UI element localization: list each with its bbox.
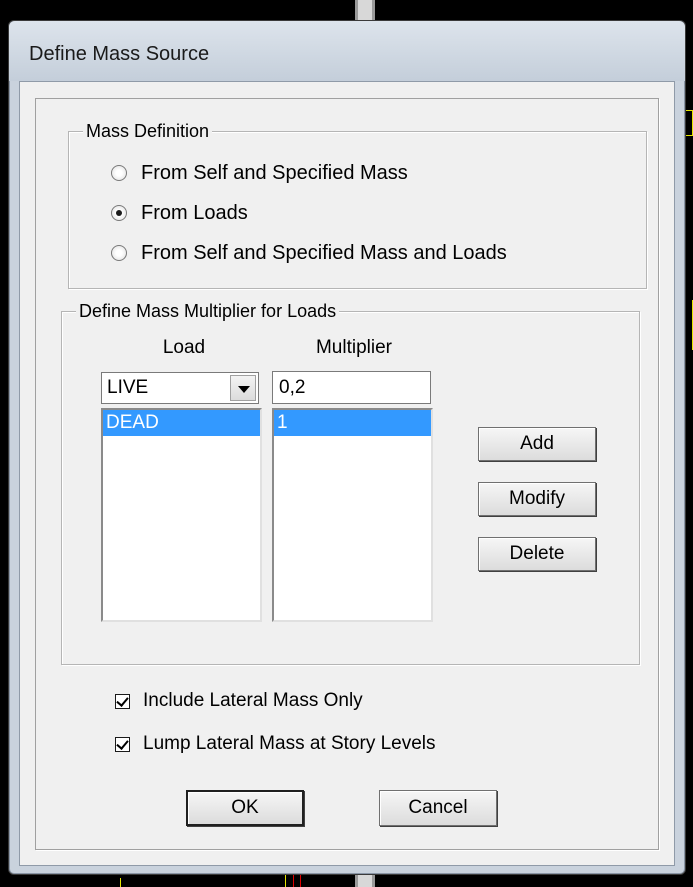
chevron-down-icon[interactable] <box>230 375 256 401</box>
load-list[interactable]: DEAD <box>101 408 262 622</box>
radio-from-self-and-specified-mass[interactable]: From Self and Specified Mass <box>111 160 408 186</box>
define-mass-source-dialog: Define Mass Source Mass Definition From … <box>8 20 686 875</box>
mass-definition-legend: Mass Definition <box>83 120 213 142</box>
checkbox-checked[interactable] <box>115 736 130 752</box>
window-title: Define Mass Source <box>29 43 210 65</box>
background-divider-top <box>355 0 375 22</box>
load-dropdown[interactable]: LIVE <box>101 372 259 404</box>
radio-button[interactable] <box>111 245 127 261</box>
radio-label: From Self and Specified Mass <box>141 161 408 184</box>
radio-button[interactable] <box>111 165 127 181</box>
radio-button-selected[interactable] <box>111 205 127 221</box>
checkbox-label: Include Lateral Mass Only <box>143 690 363 711</box>
include-lateral-mass-only-checkbox[interactable]: Include Lateral Mass Only <box>115 688 363 714</box>
modify-button[interactable]: Modify <box>478 482 596 516</box>
radio-from-self-specified-mass-and-loads[interactable]: From Self and Specified Mass and Loads <box>111 240 507 266</box>
lump-lateral-mass-checkbox[interactable]: Lump Lateral Mass at Story Levels <box>115 731 436 757</box>
add-button[interactable]: Add <box>478 427 596 461</box>
load-list-item[interactable]: DEAD <box>103 410 260 436</box>
background-drawing-line <box>120 878 121 887</box>
mass-multiplier-group: Define Mass Multiplier for Loads Load Mu… <box>61 300 640 665</box>
load-dropdown-value: LIVE <box>107 377 149 398</box>
title-bar[interactable]: Define Mass Source <box>9 21 685 81</box>
delete-button[interactable]: Delete <box>478 537 596 571</box>
multiplier-column-header: Multiplier <box>315 337 393 358</box>
radio-from-loads[interactable]: From Loads <box>111 200 248 226</box>
mass-multiplier-legend: Define Mass Multiplier for Loads <box>76 300 340 322</box>
radio-label: From Self and Specified Mass and Loads <box>141 241 507 264</box>
checkbox-checked[interactable] <box>115 693 130 709</box>
load-column-header: Load <box>162 337 206 358</box>
multiplier-list-item[interactable]: 1 <box>274 410 431 436</box>
background-drawing-line <box>688 300 693 350</box>
background-drawing-line <box>686 110 693 136</box>
ok-button[interactable]: OK <box>186 790 304 826</box>
radio-label: From Loads <box>141 201 248 224</box>
mass-definition-group: Mass Definition From Self and Specified … <box>68 120 647 289</box>
cancel-button[interactable]: Cancel <box>379 790 497 826</box>
background-drawing-line <box>285 875 286 887</box>
multiplier-list[interactable]: 1 <box>272 408 433 622</box>
checkbox-label: Lump Lateral Mass at Story Levels <box>143 733 436 754</box>
dialog-client-area: Mass Definition From Self and Specified … <box>19 81 675 866</box>
multiplier-input[interactable] <box>272 371 431 404</box>
